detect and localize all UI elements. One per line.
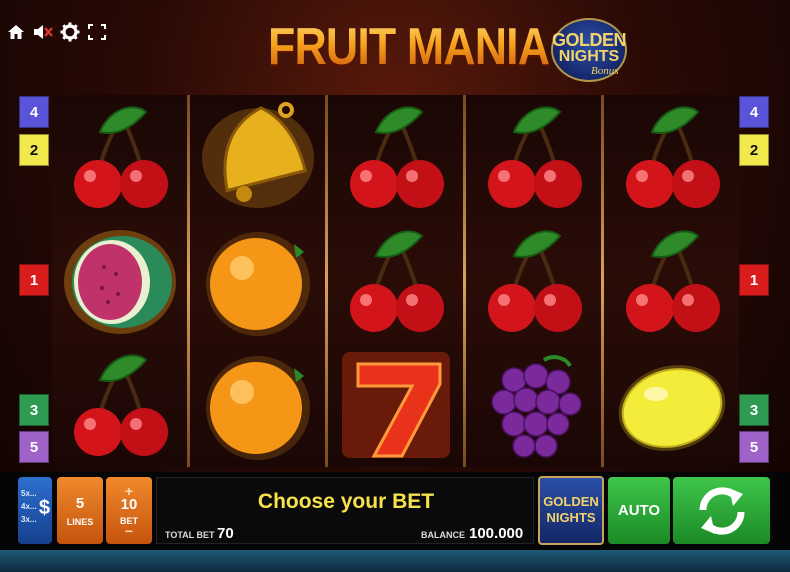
- fullscreen-icon[interactable]: [87, 22, 107, 42]
- bet-value: 10: [120, 495, 138, 513]
- reel-4: [466, 95, 601, 467]
- bet-minus-icon[interactable]: −: [125, 524, 133, 538]
- line-marker-right-3: 3: [739, 394, 769, 426]
- orange-symbol: [190, 343, 325, 467]
- line-marker-right-1: 1: [739, 264, 769, 296]
- cherry-symbol: [328, 95, 463, 219]
- top-icons: [6, 22, 107, 42]
- grapes-symbol: [466, 343, 601, 467]
- line-marker-left-3: 3: [19, 394, 49, 426]
- reels-area: [52, 95, 739, 467]
- sound-muted-icon[interactable]: [33, 22, 53, 42]
- autoplay-button[interactable]: AUTO: [608, 477, 670, 544]
- spin-button[interactable]: [673, 477, 770, 544]
- total-bet-value: 70: [217, 525, 234, 542]
- gear-icon[interactable]: [60, 22, 80, 42]
- reel-5: [604, 95, 739, 467]
- gn-button-line1: GOLDEN: [543, 494, 599, 509]
- paytable-row: 3x...: [21, 515, 37, 524]
- line-marker-left-4: 4: [19, 96, 49, 128]
- auto-label: AUTO: [617, 502, 661, 519]
- cherry-symbol: [466, 219, 601, 343]
- paytable-row: 4x...: [21, 502, 37, 511]
- line-marker-right-5: 5: [739, 431, 769, 463]
- badge-line3: Bonus: [591, 65, 619, 77]
- reel-1: [52, 95, 187, 467]
- cherry-symbol: [604, 95, 739, 219]
- lines-label: LINES: [66, 516, 94, 527]
- paytable-button[interactable]: 5x... 4x... 3x... $: [18, 477, 52, 544]
- line-marker-left-5: 5: [19, 431, 49, 463]
- lines-button[interactable]: 5 LINES: [57, 477, 103, 544]
- seven-symbol: [328, 343, 463, 467]
- status-message: Choose your BET: [257, 490, 435, 513]
- cherry-symbol: [52, 343, 187, 467]
- footer-strip: [0, 550, 790, 572]
- line-marker-right-2: 2: [739, 134, 769, 166]
- cherry-symbol: [52, 95, 187, 219]
- balance-value: 100.000: [469, 525, 524, 542]
- golden-nights-bonus-logo: GOLDEN NIGHTS Bonus: [551, 18, 627, 82]
- line-marker-right-4: 4: [739, 96, 769, 128]
- lemon-symbol: [604, 343, 739, 467]
- reel-2: [190, 95, 325, 467]
- top-bar: FRUIT MANIA GOLDEN NIGHTS Bonus: [0, 0, 790, 92]
- total-bet-label: TOTAL BET: [165, 530, 215, 540]
- golden-nights-button[interactable]: GOLDEN NIGHTS: [538, 476, 604, 545]
- cherry-symbol: [328, 219, 463, 343]
- balance-label: BALANCE: [421, 530, 465, 540]
- lines-value: 5: [75, 494, 85, 512]
- badge-line2: NIGHTS: [558, 48, 620, 65]
- bell-symbol: [190, 95, 325, 219]
- bet-plus-icon[interactable]: +: [125, 484, 133, 498]
- watermelon-symbol: [52, 219, 187, 343]
- line-marker-left-1: 1: [19, 264, 49, 296]
- spin-arrows-icon: [698, 486, 745, 535]
- line-marker-left-2: 2: [19, 134, 49, 166]
- paytable-row: 5x...: [21, 489, 37, 498]
- game-title: FRUIT MANIA: [268, 14, 550, 80]
- orange-symbol: [190, 219, 325, 343]
- cherry-symbol: [604, 219, 739, 343]
- reel-3: [328, 95, 463, 467]
- dollar-icon: $: [38, 497, 50, 519]
- home-icon[interactable]: [6, 22, 26, 42]
- cherry-symbol: [466, 95, 601, 219]
- gn-button-line2: NIGHTS: [546, 510, 596, 525]
- message-box: Choose your BET TOTAL BET 70 BALANCE 100…: [156, 477, 534, 544]
- bet-button[interactable]: + 10 BET −: [106, 477, 152, 544]
